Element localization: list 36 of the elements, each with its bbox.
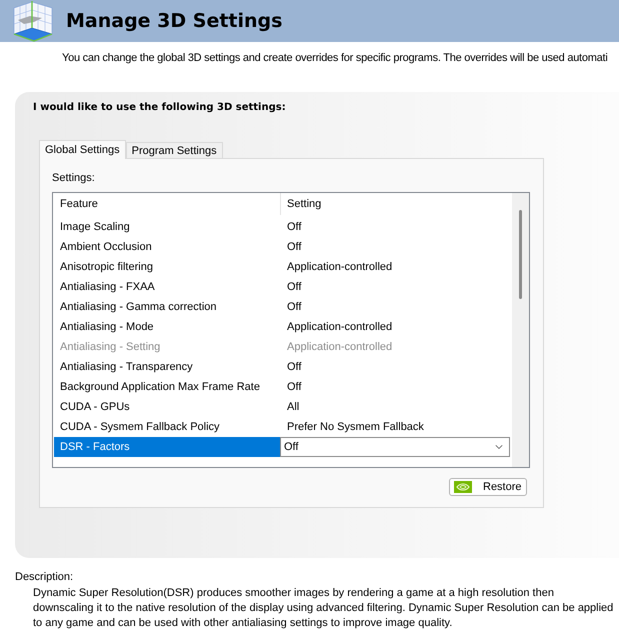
scrollbar[interactable]: [512, 193, 529, 467]
table-cell[interactable]: Image Scaling: [54, 217, 280, 237]
intro-text: You can change the global 3D settings and create overrides for specific programs. The overrides will be used automati: [62, 51, 608, 66]
column-header[interactable]: Setting: [281, 193, 512, 215]
setting-dropdown[interactable]: Off: [280, 437, 510, 457]
scrollbar-thumb[interactable]: [519, 210, 522, 299]
table-cell[interactable]: Off: [280, 237, 512, 257]
table-cell[interactable]: DSR - Factors: [54, 437, 280, 457]
table-cell[interactable]: Anisotropic filtering: [54, 257, 280, 277]
table-cell[interactable]: All: [280, 397, 512, 417]
table-cell[interactable]: Application-controlled: [280, 317, 512, 337]
page-title: Manage 3D Settings: [66, 12, 282, 30]
table-cell[interactable]: Antialiasing - FXAA: [54, 277, 280, 297]
tab[interactable]: Program Settings: [126, 142, 223, 158]
table-cell[interactable]: Prefer No Sysmem Fallback: [280, 417, 512, 437]
panel-heading: I would like to use the following 3D settings:: [33, 101, 286, 115]
tab[interactable]: Global Settings: [39, 140, 126, 159]
description-label: Description:: [15, 570, 74, 585]
table-cell[interactable]: Antialiasing - Gamma correction: [54, 297, 280, 317]
table-cell[interactable]: Off: [280, 357, 512, 377]
table-cell[interactable]: Application-controlled: [280, 257, 512, 277]
restore-button[interactable]: Restore: [449, 478, 527, 496]
settings-label: Settings:: [52, 171, 95, 186]
table-cell[interactable]: Off: [280, 217, 512, 237]
table-cell[interactable]: Ambient Occlusion: [54, 237, 280, 257]
table-cell[interactable]: Off: [280, 277, 512, 297]
table-cell[interactable]: Off: [280, 377, 512, 397]
table-cell[interactable]: Antialiasing - Transparency: [54, 357, 280, 377]
table-cell[interactable]: CUDA - Sysmem Fallback Policy: [54, 417, 280, 437]
column-header[interactable]: Feature: [53, 193, 281, 215]
table-cell[interactable]: Background Application Max Frame Rate: [54, 377, 280, 397]
description-text: Dynamic Super Resolution(DSR) produces smoother images by rendering a game at a high resolution then downscaling it to the native resolution of the display using advanced filtering. Dynamic Super Resolution can be applied to any game and can be used with other antialiasing settings to improve image quality.: [33, 586, 614, 631]
table-cell[interactable]: CUDA - GPUs: [54, 397, 280, 417]
swirl-logo-icon: [454, 481, 472, 493]
table-cell[interactable]: Antialiasing - Mode: [54, 317, 280, 337]
table-cell[interactable]: Off: [280, 297, 512, 317]
